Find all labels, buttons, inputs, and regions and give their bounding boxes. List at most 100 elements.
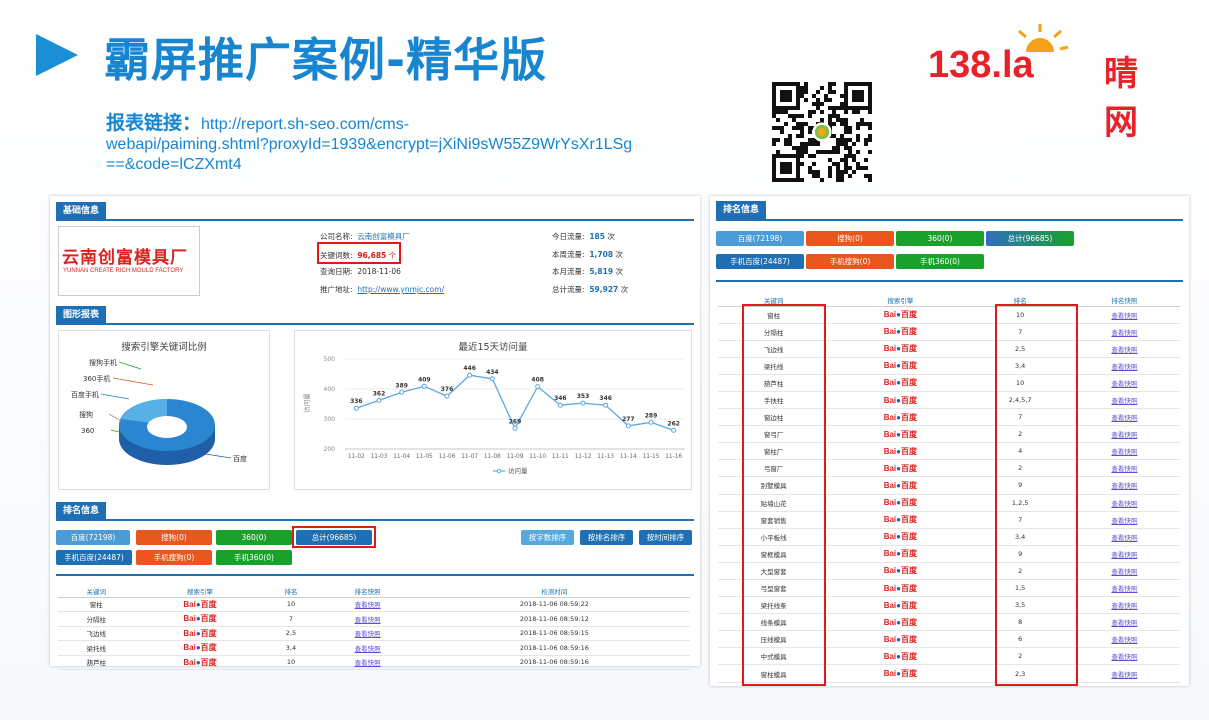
snapshot-cell: 查看快照 — [1068, 630, 1180, 649]
snapshot-link[interactable]: 查看快照 — [1111, 534, 1137, 542]
sort-by-time-button[interactable]: 按时间排序 — [639, 530, 692, 545]
data-label: 336 — [350, 398, 363, 405]
data-point[interactable] — [603, 402, 609, 408]
data-point[interactable] — [535, 384, 541, 390]
snapshot-link[interactable]: 查看快照 — [1111, 363, 1137, 371]
data-point[interactable] — [489, 376, 495, 382]
snapshot-link[interactable]: 查看快照 — [1111, 602, 1137, 610]
snapshot-link[interactable]: 查看快照 — [1111, 653, 1137, 661]
rank-cell: 3,4 — [265, 640, 317, 656]
month-label: 本月流量: — [552, 267, 585, 276]
snapshot-link[interactable]: 查看快照 — [1111, 482, 1137, 490]
site-link[interactable]: http://www.ynmjc.com/ — [357, 285, 444, 294]
snapshot-link[interactable]: 查看快照 — [1111, 500, 1137, 508]
time-cell: 2018-11-06 08:59:15 — [418, 626, 690, 641]
snapshot-link[interactable]: 查看快照 — [355, 659, 381, 667]
snapshot-cell: 查看快照 — [1068, 391, 1180, 410]
report-url-1[interactable]: http://report.sh-seo.com/cms- — [201, 116, 409, 133]
snapshot-link[interactable]: 查看快照 — [1111, 346, 1137, 354]
highlight-box — [292, 526, 376, 548]
pie-label: 百度手机 — [71, 390, 99, 399]
snapshot-link[interactable]: 查看快照 — [1111, 585, 1137, 593]
sogou-button[interactable]: 搜狗(0) — [806, 231, 894, 246]
snapshot-link[interactable]: 查看快照 — [1111, 397, 1137, 405]
snapshot-cell: 查看快照 — [1068, 476, 1180, 495]
report-url-2[interactable]: webapi/paiming.shtml?proxyId=1939&encryp… — [106, 136, 632, 153]
snapshot-link[interactable]: 查看快照 — [1111, 619, 1137, 627]
sogou-button[interactable]: 搜狗(0) — [136, 530, 212, 545]
report-url-3[interactable]: ==&code=lCZXmt4 — [106, 156, 242, 173]
snapshot-link[interactable]: 查看快照 — [355, 616, 381, 624]
sort-by-words-button[interactable]: 按字数排序 — [521, 530, 574, 545]
engine-cell: Bai●百度 — [829, 545, 972, 563]
360-button[interactable]: 360(0) — [216, 530, 292, 545]
snapshot-link[interactable]: 查看快照 — [1111, 568, 1137, 576]
snapshot-link[interactable]: 查看快照 — [1111, 636, 1137, 644]
snapshot-cell: 查看快照 — [1068, 340, 1180, 358]
engine-cell: Bai●百度 — [829, 459, 972, 478]
snapshot-cell: 查看快照 — [316, 597, 419, 612]
data-point[interactable] — [467, 372, 473, 378]
engine-cell: Bai●百度 — [829, 579, 972, 598]
data-point[interactable] — [421, 383, 427, 389]
snapshot-link[interactable]: 查看快照 — [1111, 312, 1137, 320]
logo-text: 138.la — [928, 44, 1034, 86]
snapshot-link[interactable]: 查看快照 — [355, 630, 381, 638]
week-label: 本周流量: — [552, 250, 585, 259]
table-row: 窗柱 Bai●百度 10 查看快照 2018-11-06 08:59:22 — [58, 597, 690, 612]
snapshot-link[interactable]: 查看快照 — [1111, 551, 1137, 559]
mobile-baidu-button[interactable]: 手机百度(24487) — [56, 550, 132, 565]
snapshot-cell: 查看快照 — [1068, 374, 1180, 392]
snapshot-link[interactable]: 查看快照 — [355, 645, 381, 653]
engine-cell: Bai●百度 — [829, 664, 972, 683]
snapshot-link[interactable]: 查看快照 — [1111, 465, 1137, 473]
snapshot-link[interactable]: 查看快照 — [1111, 329, 1137, 337]
x-tick-label: 11-05 — [416, 454, 433, 460]
legend-label[interactable]: 访问量 — [508, 466, 528, 475]
keyword-cell: 飞边线 — [58, 626, 135, 641]
time-cell: 2018-11-06 08:59:12 — [418, 611, 690, 627]
data-point[interactable] — [353, 405, 359, 411]
mobile-360-button[interactable]: 手机360(0) — [216, 550, 292, 565]
basic-info-header: 基础信息 — [56, 202, 107, 220]
data-label: 362 — [373, 390, 386, 397]
mobile-baidu-button[interactable]: 手机百度(24487) — [716, 254, 804, 269]
snapshot-link[interactable]: 查看快照 — [1111, 431, 1137, 439]
total-button[interactable]: 总计(96685) — [986, 231, 1074, 246]
data-point[interactable] — [671, 427, 677, 433]
360-button[interactable]: 360(0) — [896, 231, 984, 246]
sort-by-rank-button[interactable]: 按排名排序 — [580, 530, 633, 545]
snapshot-link[interactable]: 查看快照 — [1111, 517, 1137, 525]
data-point[interactable] — [512, 425, 518, 431]
data-point[interactable] — [580, 400, 586, 406]
engine-cell: Bai●百度 — [829, 340, 972, 358]
date-value: 2018-11-06 — [357, 267, 401, 276]
data-label: 376 — [441, 386, 454, 393]
data-point[interactable] — [557, 402, 563, 408]
snapshot-link[interactable]: 查看快照 — [1111, 414, 1137, 422]
snapshot-cell: 查看快照 — [1068, 613, 1180, 632]
baidu-button[interactable]: 百度(72198) — [56, 530, 130, 545]
mobile-sogou-button[interactable]: 手机搜狗(0) — [806, 254, 894, 269]
total-traffic-row: 总计流量: 59,927 次 — [552, 284, 628, 295]
rank-cell: 10 — [265, 655, 317, 670]
data-point[interactable] — [376, 397, 382, 403]
snapshot-cell: 查看快照 — [1068, 408, 1180, 427]
data-label: 262 — [667, 420, 680, 427]
data-point[interactable] — [399, 389, 405, 395]
data-point[interactable] — [648, 419, 654, 425]
company-value[interactable]: 云南创富模具厂 — [357, 232, 410, 241]
mobile-360-button[interactable]: 手机360(0) — [896, 254, 984, 269]
snapshot-link[interactable]: 查看快照 — [355, 601, 381, 609]
pie-label: 360 — [81, 427, 94, 435]
week-traffic-row: 本周流量: 1,708 次 — [552, 249, 623, 260]
data-label: 408 — [531, 377, 544, 384]
snapshot-link[interactable]: 查看快照 — [1111, 380, 1137, 388]
data-point[interactable] — [625, 423, 631, 429]
snapshot-link[interactable]: 查看快照 — [1111, 671, 1137, 679]
snapshot-link[interactable]: 查看快照 — [1111, 448, 1137, 456]
baidu-button[interactable]: 百度(72198) — [716, 231, 804, 246]
data-point[interactable] — [444, 393, 450, 399]
mobile-sogou-button[interactable]: 手机搜狗(0) — [136, 550, 212, 565]
engine-cell: Bai●百度 — [829, 425, 972, 444]
